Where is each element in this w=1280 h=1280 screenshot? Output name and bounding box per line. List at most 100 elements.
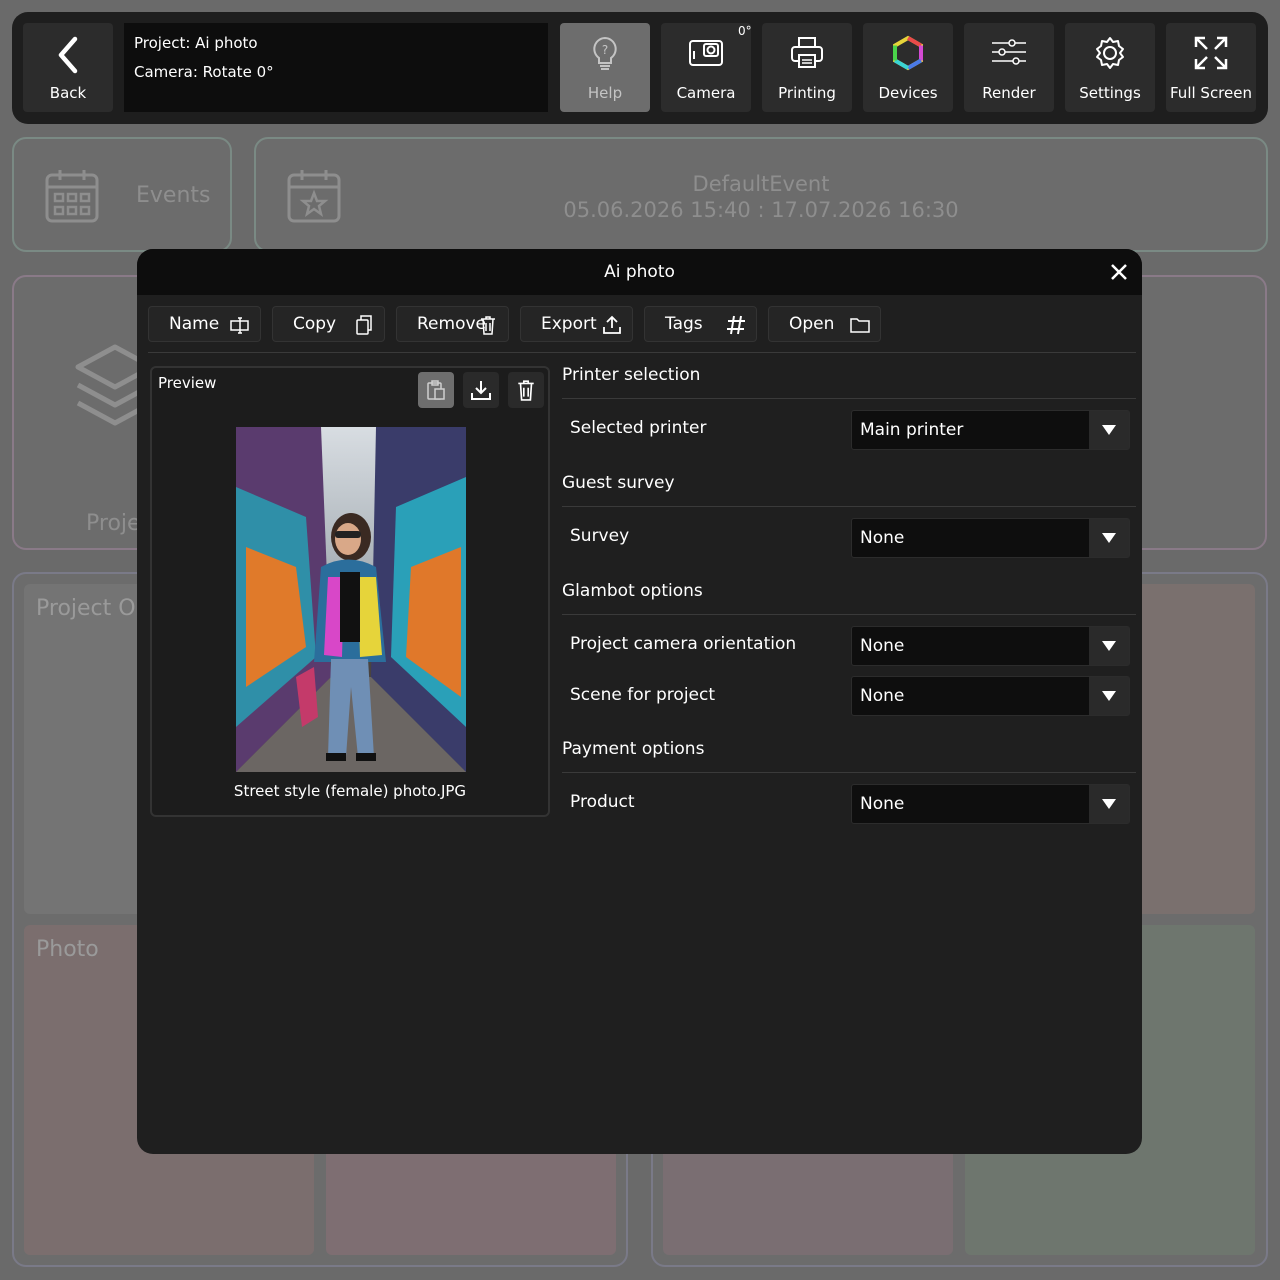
dialog-toolbar: Name Copy Remove Export Tags Open [148, 306, 1138, 342]
settings-button[interactable]: Settings [1065, 23, 1155, 112]
photo-label: Photo [36, 937, 99, 962]
fullscreen-icon [1194, 36, 1228, 70]
tags-button[interactable]: Tags [644, 306, 757, 342]
chevron-down-icon [1089, 785, 1129, 823]
glambot-section-title: Glambot options [562, 581, 703, 601]
svg-text:?: ? [602, 43, 608, 57]
fullscreen-label: Full Screen [1170, 84, 1252, 102]
rename-icon [230, 317, 249, 334]
tags-label: Tags [665, 314, 703, 334]
survey-dropdown[interactable]: None [851, 518, 1130, 558]
devices-hexagon-icon [893, 35, 923, 71]
hashtag-icon [727, 315, 745, 335]
printing-label: Printing [778, 84, 836, 102]
product-label: Product [570, 792, 635, 812]
back-button[interactable]: Back [23, 23, 113, 112]
preview-title: Preview [158, 374, 217, 392]
render-button[interactable]: Render [964, 23, 1054, 112]
help-label: Help [587, 84, 623, 102]
camera-line: Camera: Rotate 0° [134, 63, 274, 81]
remove-label: Remove [417, 314, 486, 334]
fullscreen-button[interactable]: Full Screen [1166, 23, 1256, 112]
remove-button[interactable]: Remove [396, 306, 509, 342]
calendar-grid-icon [45, 170, 99, 223]
section-divider [562, 398, 1136, 399]
payment-section-title: Payment options [562, 739, 705, 759]
survey-value: None [860, 528, 905, 548]
back-label: Back [49, 84, 87, 102]
sliders-icon [992, 39, 1026, 65]
render-label: Render [982, 84, 1036, 102]
selected-printer-label: Selected printer [570, 418, 707, 438]
export-icon [603, 315, 621, 334]
scene-label: Scene for project [570, 685, 716, 705]
help-bulb-icon: ? [593, 36, 617, 70]
devices-label: Devices [878, 84, 938, 102]
project-dialog: Ai photo Name Copy Remove Export Tags Op… [137, 249, 1142, 1154]
event-range: 05.06.2026 15:40 : 17.07.2026 16:30 [563, 198, 959, 222]
product-dropdown[interactable]: None [851, 784, 1130, 824]
close-icon[interactable] [1108, 261, 1130, 283]
devices-button[interactable]: Devices [863, 23, 953, 112]
trash-icon [518, 380, 534, 401]
copy-button[interactable]: Copy [272, 306, 385, 342]
gear-icon [1096, 37, 1124, 69]
orientation-value: None [860, 636, 905, 656]
printer-section-title: Printer selection [562, 365, 701, 385]
orientation-dropdown[interactable]: None [851, 626, 1130, 666]
camera-rotation-badge: 0° [738, 24, 752, 38]
name-label: Name [169, 314, 220, 334]
printer-icon [791, 37, 823, 68]
orientation-label: Project camera orientation [570, 634, 797, 654]
chevron-down-icon [1089, 519, 1129, 557]
copy-icon [356, 315, 372, 335]
open-button[interactable]: Open [768, 306, 881, 342]
printing-button[interactable]: Printing [762, 23, 852, 112]
preview-filename: Street style (female) photo.JPG [233, 782, 467, 800]
copy-label: Copy [293, 314, 337, 334]
toolbar-divider [148, 352, 1136, 353]
project-line: Project: Ai photo [134, 34, 258, 52]
street-photo-illustration [236, 427, 466, 772]
selected-printer-dropdown[interactable]: Main printer [851, 410, 1130, 450]
chevron-left-icon [58, 36, 78, 74]
event-details: DefaultEvent 05.06.2026 15:40 : 17.07.20… [256, 171, 1266, 223]
events-panel[interactable]: Events [12, 137, 232, 252]
help-button[interactable]: ? Help [560, 23, 650, 112]
section-divider [562, 506, 1136, 507]
preview-panel: Preview Street style (female) photo.JPG [150, 366, 550, 817]
download-button[interactable] [463, 372, 499, 408]
settings-label: Settings [1079, 84, 1141, 102]
project-info: Project: Ai photo Camera: Rotate 0° [124, 23, 548, 112]
section-divider [562, 772, 1136, 773]
dialog-title: Ai photo [604, 262, 675, 282]
event-info-panel[interactable]: DefaultEvent 05.06.2026 15:40 : 17.07.20… [254, 137, 1268, 252]
scene-dropdown[interactable]: None [851, 676, 1130, 716]
section-divider [562, 614, 1136, 615]
open-label: Open [789, 314, 835, 334]
dialog-header: Ai photo [137, 249, 1142, 295]
trash-icon [481, 316, 495, 335]
selected-printer-value: Main printer [860, 420, 964, 440]
event-name: DefaultEvent [692, 172, 830, 196]
top-bar: Back Project: Ai photo Camera: Rotate 0°… [12, 12, 1268, 124]
export-label: Export [541, 314, 597, 334]
camera-label: Camera [676, 84, 736, 102]
download-icon [471, 381, 491, 400]
paste-button[interactable] [418, 372, 454, 408]
export-button[interactable]: Export [520, 306, 633, 342]
events-label: Events [136, 183, 211, 208]
product-value: None [860, 794, 905, 814]
preview-image [236, 427, 466, 772]
folder-icon [850, 318, 870, 333]
survey-label: Survey [570, 526, 630, 546]
clipboard-icon [427, 380, 445, 400]
chevron-down-icon [1089, 677, 1129, 715]
chevron-down-icon [1089, 627, 1129, 665]
chevron-down-icon [1089, 411, 1129, 449]
delete-preview-button[interactable] [508, 372, 544, 408]
name-button[interactable]: Name [148, 306, 261, 342]
scene-value: None [860, 686, 905, 706]
survey-section-title: Guest survey [562, 473, 675, 493]
camera-icon [689, 40, 723, 66]
